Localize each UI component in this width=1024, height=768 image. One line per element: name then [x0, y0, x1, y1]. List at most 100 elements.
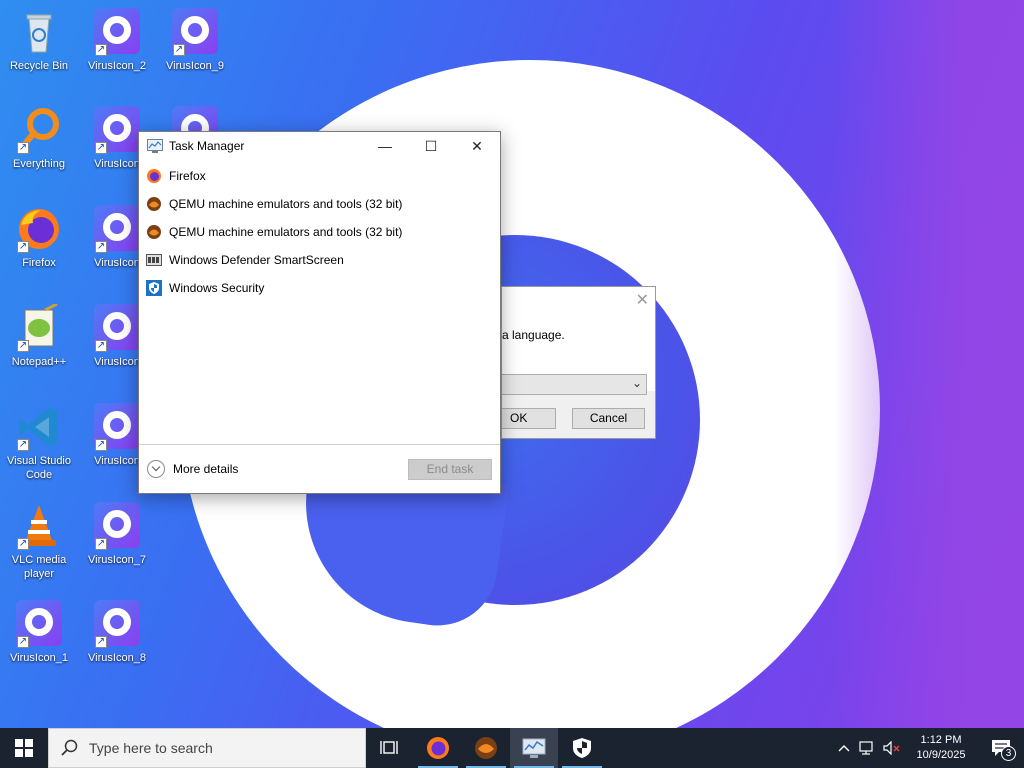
maximize-button[interactable]: ☐: [408, 132, 454, 160]
clock-time: 1:12 PM: [920, 734, 962, 746]
taskbar-windows-security[interactable]: [558, 728, 606, 768]
chevron-down-circle-icon[interactable]: [147, 460, 165, 478]
start-button[interactable]: [0, 728, 48, 768]
desktop-icon-virusicon-1[interactable]: ↗ VirusIcon_1: [0, 600, 78, 665]
task-manager-icon: [522, 738, 546, 758]
desktop-icon-everything[interactable]: ↗ Everything: [0, 106, 78, 171]
taskbar-firefox[interactable]: [414, 728, 462, 768]
process-list: Firefox QEMU machine emulators and tools…: [139, 160, 500, 302]
clock[interactable]: 1:12 PM 10/9/2025: [904, 733, 978, 763]
process-row[interactable]: Firefox: [139, 162, 500, 190]
firefox-icon: ↗: [15, 205, 63, 253]
virusicon-icon: ↗: [15, 600, 63, 648]
notification-count-badge: 3: [1001, 746, 1016, 761]
cancel-button[interactable]: Cancel: [572, 408, 645, 429]
desktop-icon-firefox[interactable]: ↗ Firefox: [0, 205, 78, 270]
process-row[interactable]: Windows Security: [139, 274, 500, 302]
desktop-icon-virusicon-9[interactable]: ↗ VirusIcon_9: [156, 8, 234, 73]
dialog-titlebar: [502, 287, 655, 311]
shortcut-arrow-icon: ↗: [95, 241, 107, 253]
language-select[interactable]: ⌄: [502, 374, 647, 395]
close-icon[interactable]: ✕: [636, 290, 649, 310]
task-manager-footer: More details End task: [139, 444, 500, 493]
end-task-button[interactable]: End task: [408, 458, 492, 480]
taskbar-qemu[interactable]: [462, 728, 510, 768]
desktop-icon-label: Firefox: [22, 257, 56, 269]
desktop-icon-label: VLC media player: [11, 554, 67, 580]
desktop-icon-vlc[interactable]: ↗ VLC media player: [0, 502, 78, 581]
desktop-icon-vscode[interactable]: ↗ Visual Studio Code: [0, 403, 78, 482]
clock-date: 10/9/2025: [916, 749, 966, 761]
language-dialog: ✕ a language. ⌄ OK Cancel: [501, 286, 656, 439]
more-details-link[interactable]: More details: [173, 462, 408, 476]
desktop-icon-label: Recycle Bin: [9, 60, 69, 72]
desktop-icon-label: VirusIcon_8: [88, 652, 146, 664]
shortcut-arrow-icon: ↗: [173, 44, 185, 56]
desktop-icon-label: Everything: [13, 158, 65, 170]
shortcut-arrow-icon: ↗: [17, 538, 29, 550]
windows-security-icon: [146, 280, 162, 296]
virusicon-icon: ↗: [93, 600, 141, 648]
search-placeholder: Type here to search: [89, 740, 213, 756]
shortcut-arrow-icon: ↗: [17, 636, 29, 648]
shortcut-arrow-icon: ↗: [95, 44, 107, 56]
desktop-icon-recycle-bin[interactable]: Recycle Bin: [0, 8, 78, 73]
recycle-bin-icon: [15, 8, 63, 56]
virusicon-icon: ↗: [93, 502, 141, 550]
desktop-icon-label: Visual Studio Code: [6, 455, 71, 481]
desktop-icon-label: VirusIcon_7: [88, 554, 146, 566]
notepadpp-icon: ↗: [15, 302, 63, 352]
smartscreen-icon: [146, 252, 162, 268]
process-name: Windows Security: [169, 281, 265, 295]
virusicon-icon: ↗: [93, 106, 141, 154]
shortcut-arrow-icon: ↗: [17, 142, 29, 154]
virusicon-icon: ↗: [93, 403, 141, 451]
wallpaper-gradient: [834, 0, 1024, 728]
task-view-button[interactable]: [366, 728, 414, 768]
everything-search-icon: ↗: [15, 106, 63, 154]
process-name: QEMU machine emulators and tools (32 bit…: [169, 225, 403, 239]
window-title: Task Manager: [169, 139, 245, 153]
shortcut-arrow-icon: ↗: [95, 142, 107, 154]
desktop-icon-notepadpp[interactable]: ↗ Notepad++: [0, 302, 78, 369]
desktop-icon-label: Notepad++: [11, 356, 67, 368]
minimize-button[interactable]: —: [362, 132, 408, 160]
qemu-icon: [146, 196, 162, 212]
action-center-button[interactable]: 3: [978, 728, 1024, 768]
windows-logo-icon: [15, 739, 33, 757]
shortcut-arrow-icon: ↗: [17, 241, 29, 253]
desktop-icon-virusicon-8[interactable]: ↗ VirusIcon_8: [78, 600, 156, 665]
firefox-icon: [427, 737, 449, 759]
vlc-icon: ↗: [15, 502, 63, 550]
shortcut-arrow-icon: ↗: [95, 538, 107, 550]
system-tray: 1:12 PM 10/9/2025 3: [832, 728, 1024, 768]
process-row[interactable]: QEMU machine emulators and tools (32 bit…: [139, 190, 500, 218]
title-bar[interactable]: Task Manager — ☐ ✕: [139, 132, 500, 160]
process-row[interactable]: QEMU machine emulators and tools (32 bit…: [139, 218, 500, 246]
task-view-icon: [380, 741, 398, 754]
desktop-icon-virusicon-2[interactable]: ↗ VirusIcon_2: [78, 8, 156, 73]
network-icon[interactable]: [856, 728, 880, 768]
volume-muted-icon[interactable]: [880, 728, 904, 768]
process-name: Firefox: [169, 169, 206, 183]
search-box[interactable]: Type here to search: [48, 728, 366, 768]
task-manager-window: Task Manager — ☐ ✕ Firefox QEMU machine …: [138, 131, 501, 494]
chevron-up-icon[interactable]: [832, 728, 856, 768]
desktop-icon-label: VirusIcon_1: [10, 652, 68, 664]
ok-button[interactable]: OK: [502, 408, 556, 429]
desktop: Recycle Bin ↗ Everything ↗ Firefox ↗ Not…: [0, 0, 1024, 728]
desktop-icon-virusicon-7[interactable]: ↗ VirusIcon_7: [78, 502, 156, 567]
close-button[interactable]: ✕: [454, 132, 500, 160]
virusicon-icon: ↗: [93, 304, 141, 352]
desktop-icon-label: VirusIcon_9: [166, 60, 224, 72]
qemu-icon: [475, 737, 497, 759]
process-name: QEMU machine emulators and tools (32 bit…: [169, 197, 403, 211]
qemu-icon: [146, 224, 162, 240]
shortcut-arrow-icon: ↗: [17, 439, 29, 451]
taskbar-task-manager[interactable]: [510, 728, 558, 768]
vscode-icon: ↗: [15, 403, 63, 451]
process-row[interactable]: Windows Defender SmartScreen: [139, 246, 500, 274]
shortcut-arrow-icon: ↗: [17, 340, 29, 352]
shortcut-arrow-icon: ↗: [95, 636, 107, 648]
dialog-message: a language.: [502, 328, 565, 342]
